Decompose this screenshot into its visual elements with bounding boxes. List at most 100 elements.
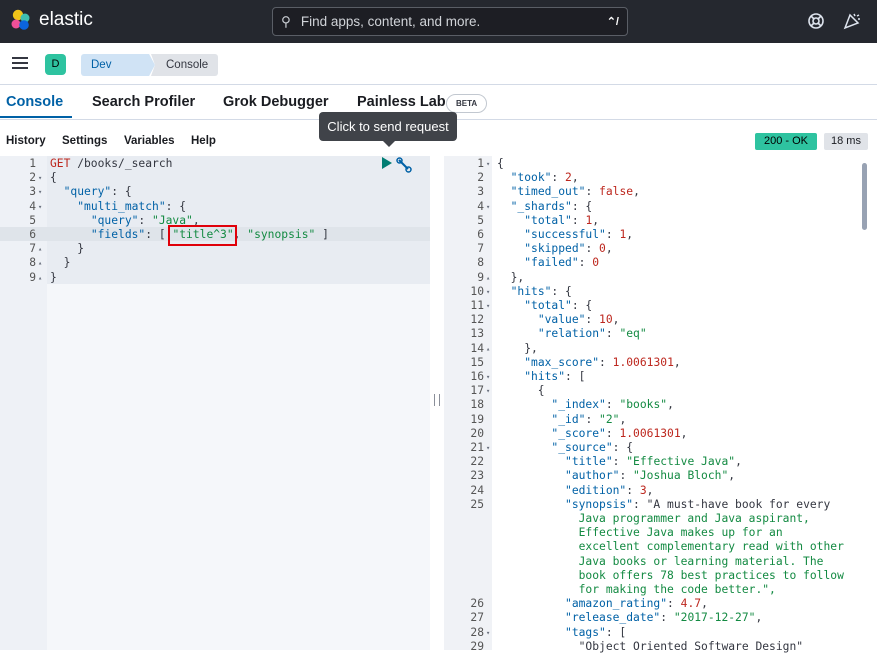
variables-menu[interactable]: Variables xyxy=(124,135,175,147)
fold-toggle-icon[interactable]: ▾ xyxy=(486,441,490,455)
code-line: "synopsis": "A must-have book for every xyxy=(565,497,831,511)
elastic-logo[interactable]: elastic xyxy=(10,9,93,31)
fold-toggle-icon[interactable]: ▴ xyxy=(38,242,42,256)
line-number: 4 xyxy=(477,199,484,213)
line-number: 9 xyxy=(29,270,36,284)
line-number: 2 xyxy=(477,171,484,185)
line-number: 27 xyxy=(470,611,484,625)
breadcrumb-dev-tools[interactable]: Dev Tools xyxy=(81,54,155,76)
fold-toggle-icon[interactable]: ▾ xyxy=(486,157,490,171)
highlight-annotation xyxy=(168,225,237,246)
line-number: 15 xyxy=(470,355,484,369)
code-line: Java programmer and Java aspirant, xyxy=(497,512,810,525)
search-icon: ⚲ xyxy=(281,13,291,29)
fold-toggle-icon[interactable]: ▾ xyxy=(486,285,490,299)
menu-icon[interactable] xyxy=(12,57,28,69)
app-name: elastic xyxy=(39,9,93,30)
code-line: GET /books/_search xyxy=(50,157,173,170)
wrench-icon[interactable] xyxy=(396,157,412,173)
fold-toggle-icon[interactable]: ▾ xyxy=(486,626,490,640)
code-line: "amazon_rating": 4.7, xyxy=(565,597,708,611)
line-number: 2 xyxy=(29,171,36,185)
fold-toggle-icon[interactable]: ▾ xyxy=(486,370,490,384)
line-number xyxy=(448,540,484,554)
line-number: 3 xyxy=(477,185,484,199)
elastic-logo-icon xyxy=(11,9,30,30)
code-line: "multi_match": { xyxy=(77,199,187,213)
code-line: "author": "Joshua Bloch", xyxy=(565,469,736,483)
code-line: Effective Java makes up for an xyxy=(497,526,783,540)
beta-badge: BETA xyxy=(446,94,488,113)
line-number: 5 xyxy=(29,213,36,227)
code-line: "_source": { xyxy=(551,441,634,454)
line-number: 23 xyxy=(470,469,484,483)
fold-toggle-icon[interactable]: ▴ xyxy=(38,271,42,285)
code-line: "tags": [ xyxy=(565,625,627,639)
code-line: "total": 1, xyxy=(524,213,600,227)
code-line: "total": { xyxy=(524,299,593,312)
history-menu[interactable]: History xyxy=(6,135,46,147)
fold-toggle-icon[interactable]: ▴ xyxy=(486,271,490,285)
code-line: "_index": "books", xyxy=(551,398,674,412)
code-line: excellent complementary read with other xyxy=(497,540,844,554)
line-number xyxy=(448,555,484,569)
code-line: { xyxy=(497,384,545,398)
tab-grok-debugger[interactable]: Grok Debugger xyxy=(223,94,329,110)
line-number: 7 xyxy=(477,242,484,256)
settings-menu[interactable]: Settings xyxy=(62,135,107,147)
help-icon[interactable] xyxy=(806,11,826,31)
breadcrumb-console: Console xyxy=(151,54,218,76)
code-line: "skipped": 0, xyxy=(524,242,613,256)
code-line: "edition": 3, xyxy=(565,483,654,497)
resize-handle-icon[interactable] xyxy=(434,394,440,406)
line-number xyxy=(448,583,484,597)
code-line: Java books or learning material. The xyxy=(497,554,824,568)
breadcrumb-bar: D Dev Tools Console xyxy=(0,43,877,85)
fold-toggle-icon[interactable]: ▾ xyxy=(486,384,490,398)
line-number: 1 xyxy=(29,157,36,170)
code-line: { xyxy=(50,171,57,185)
line-number: 14 xyxy=(470,341,484,355)
send-request-icon[interactable] xyxy=(382,157,392,169)
header-bar: elastic ⚲ Find apps, content, and more. … xyxy=(0,0,877,43)
line-number xyxy=(448,526,484,540)
fold-toggle-icon[interactable]: ▾ xyxy=(38,171,42,185)
line-number: 16 xyxy=(470,370,484,383)
space-avatar[interactable]: D xyxy=(45,54,66,75)
fold-toggle-icon[interactable]: ▾ xyxy=(38,185,42,199)
fold-toggle-icon[interactable]: ▴ xyxy=(38,256,42,270)
line-number: 8 xyxy=(477,256,484,270)
code-line: "took": 2, xyxy=(510,171,579,185)
response-scrollbar-thumb[interactable] xyxy=(862,163,867,230)
fold-toggle-icon[interactable]: ▾ xyxy=(486,299,490,313)
line-number: 8 xyxy=(29,256,36,270)
news-feed-icon[interactable] xyxy=(842,11,862,31)
fold-toggle-icon[interactable]: ▴ xyxy=(486,342,490,356)
line-number: 6 xyxy=(29,228,36,241)
code-line: "_score": 1.0061301, xyxy=(551,426,688,440)
tab-console[interactable]: Console xyxy=(6,94,63,110)
code-line: "_shards": { xyxy=(510,199,593,213)
response-scrollbar[interactable] xyxy=(860,163,867,643)
code-line: } xyxy=(50,270,57,284)
code-line: "title": "Effective Java", xyxy=(565,455,742,469)
tab-search-profiler[interactable]: Search Profiler xyxy=(92,94,195,110)
code-line: "release_date": "2017-12-27", xyxy=(565,611,763,625)
code-line: }, xyxy=(497,341,538,355)
send-request-tooltip: Click to send request xyxy=(319,112,457,147)
tab-painless-lab[interactable]: Painless Lab xyxy=(357,94,446,110)
code-line: "relation": "eq" xyxy=(537,327,647,341)
response-viewer[interactable]: 1 ▾{2 "took": 2, 3 "timed_out": false, 4 ▾ "… xyxy=(444,156,877,653)
help-menu[interactable]: Help xyxy=(191,135,216,147)
fold-toggle-icon[interactable]: ▾ xyxy=(486,200,490,214)
line-number: 17 xyxy=(470,384,484,398)
global-search-input[interactable]: ⚲ Find apps, content, and more. ⌃/ xyxy=(272,7,628,36)
line-number: 19 xyxy=(470,412,484,426)
code-line: "max_score": 1.0061301, xyxy=(524,355,681,369)
line-number: 13 xyxy=(470,327,484,341)
fold-toggle-icon[interactable]: ▾ xyxy=(38,200,42,214)
code-line: "_id": "2", xyxy=(551,412,627,426)
line-number: 9 xyxy=(477,270,484,284)
line-number: 26 xyxy=(470,597,484,611)
code-line: for making the code better.", xyxy=(497,583,776,596)
